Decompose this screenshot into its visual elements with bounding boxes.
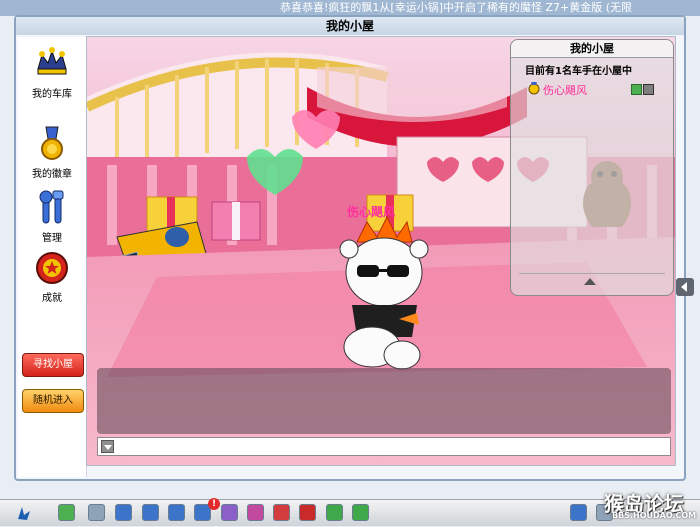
- chat-icon[interactable]: [326, 504, 343, 521]
- sidebar-item-achievements[interactable]: 成就: [18, 249, 86, 304]
- sidebar-item-badges[interactable]: 我的徽章: [18, 125, 86, 180]
- collapse-up-arrow-icon[interactable]: [584, 278, 596, 285]
- garage-crown-icon: [32, 45, 72, 83]
- panel-divider: [519, 273, 665, 274]
- cart-icon[interactable]: [299, 504, 316, 521]
- sidebar-item-garage[interactable]: 我的车库: [18, 45, 86, 100]
- sidebar-item-label: 成就: [42, 293, 62, 304]
- help-icon[interactable]: [570, 504, 587, 521]
- team-icon[interactable]: [247, 504, 264, 521]
- room-occupants-panel: 我的小屋 目前有1名车手在小屋中 伤心飓风: [510, 39, 674, 296]
- book-icon[interactable]: [273, 504, 290, 521]
- medal-icon: [32, 125, 72, 163]
- wrench-tools-icon: [32, 189, 72, 227]
- bottom-toolbar: [0, 499, 700, 526]
- status-grey-icon[interactable]: [643, 84, 654, 95]
- random-enter-button[interactable]: 随机进入: [22, 389, 84, 413]
- expand-left-arrow-icon[interactable]: [676, 278, 694, 296]
- home-icon[interactable]: [115, 504, 132, 521]
- status-green-icon[interactable]: [631, 84, 642, 95]
- settings-icon[interactable]: [352, 504, 369, 521]
- garage-icon[interactable]: [88, 504, 105, 521]
- notification-badge: !: [208, 498, 220, 510]
- wrench-icon[interactable]: [142, 504, 159, 521]
- player-name-label: 伤心飓风: [347, 205, 396, 219]
- panel-title: 我的小屋: [511, 40, 673, 58]
- player-row[interactable]: 伤心飓风: [527, 81, 667, 97]
- sidebar: 我的车库 我的徽章 管理 成就 寻找小屋 随机进入: [18, 37, 87, 477]
- back-arrow-icon[interactable]: [58, 504, 75, 521]
- chat-channel-dropdown-icon[interactable]: [101, 440, 114, 453]
- sidebar-item-label: 管理: [42, 233, 62, 244]
- window-title: 我的小屋: [16, 17, 684, 35]
- chat-input[interactable]: [97, 437, 671, 456]
- occupancy-text: 目前有1名车手在小屋中: [525, 66, 632, 77]
- friends-icon[interactable]: [221, 504, 238, 521]
- find-room-button[interactable]: 寻找小屋: [22, 353, 84, 377]
- sidebar-item-label: 我的徽章: [32, 169, 72, 180]
- watermark-url: BBS.HOUDAO.COM: [612, 511, 697, 520]
- announcement-ticker: 恭喜恭喜!疯狂的飘1从[幸运小锅]中开启了稀有的魔怪 Z7+黄金版 (无限: [0, 0, 700, 16]
- sidebar-item-label: 我的车库: [32, 89, 72, 100]
- shop-icon[interactable]: [168, 504, 185, 521]
- sidebar-item-manage[interactable]: 管理: [18, 189, 86, 244]
- chat-log: [97, 368, 671, 434]
- player-row-name: 伤心飓风: [543, 84, 587, 97]
- player-medal-icon: [528, 82, 540, 95]
- app-logo-icon[interactable]: [14, 503, 34, 523]
- ticker-text: 恭喜恭喜!疯狂的飘1从[幸运小锅]中开启了稀有的魔怪 Z7+黄金版 (无限: [280, 1, 633, 14]
- achievement-icon: [32, 249, 72, 287]
